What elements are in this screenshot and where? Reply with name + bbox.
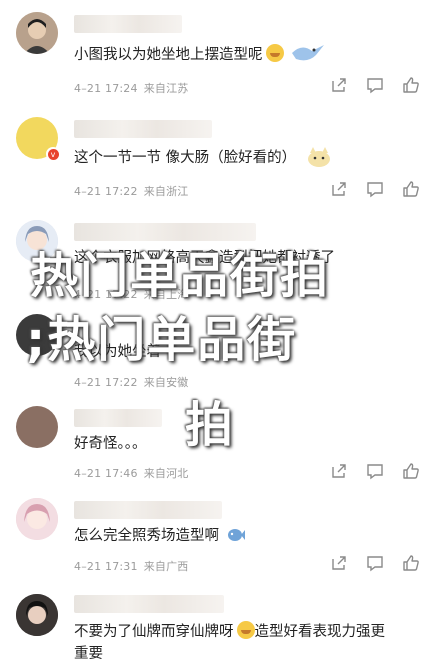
thumbs-up-icon[interactable] xyxy=(402,76,420,94)
comment-meta: 4–21 17:46 来自河北 xyxy=(74,467,189,480)
thumbs-up-icon[interactable] xyxy=(402,180,420,198)
comment-item: 怎么完全照秀场造型啊 4–21 17:31 来自广西 xyxy=(0,496,436,588)
verified-badge-icon: v xyxy=(46,147,60,161)
fish-sticker-icon xyxy=(227,529,245,541)
comment-meta: 4–21 17:22 来自上海 xyxy=(74,288,189,301)
comment-text: 我以为她坐着 xyxy=(74,344,161,360)
thumbs-up-icon[interactable] xyxy=(402,462,420,480)
comment-text: 不要为了仙牌而穿仙牌呀 造型好看表现力强更 重要 xyxy=(74,621,420,665)
username-blurred[interactable] xyxy=(74,120,212,138)
username-blurred[interactable] xyxy=(74,409,162,427)
avatar[interactable] xyxy=(16,220,58,262)
share-icon[interactable] xyxy=(330,76,348,94)
comment-item: 小图我以为她坐地上摆造型呢 4–21 17:24 来自江苏 xyxy=(0,10,436,115)
laughing-emoji-icon xyxy=(236,621,255,639)
comment-item: 这个衣服加网格高天鑫造型把她都衬透了 4–21 17:22 来自上海 xyxy=(0,218,436,318)
share-icon[interactable] xyxy=(330,554,348,572)
username-blurred[interactable] xyxy=(74,595,224,613)
comment-icon[interactable] xyxy=(366,462,384,480)
avatar[interactable] xyxy=(16,594,58,636)
comment-actions xyxy=(330,180,420,198)
avatar[interactable] xyxy=(16,314,58,356)
comment-meta: 4–21 17:24 来自江苏 xyxy=(74,82,189,95)
comment-text: 怎么完全照秀场造型啊 xyxy=(74,525,420,547)
comment-item: 不要为了仙牌而穿仙牌呀 造型好看表现力强更 重要 xyxy=(0,588,436,672)
share-icon[interactable] xyxy=(330,462,348,480)
comment-icon[interactable] xyxy=(366,554,384,572)
username-blurred[interactable] xyxy=(74,501,222,519)
comment-text: 小图我以为她坐地上摆造型呢 xyxy=(74,39,420,66)
comment-text: 好奇怪。。。 xyxy=(74,436,147,452)
comment-text: 这个一节一节 像大肠（脸好看的） xyxy=(74,144,420,169)
comment-item: v 这个一节一节 像大肠（脸好看的） 4–21 17:22 来自浙江 xyxy=(0,115,436,215)
comment-meta: 4–21 17:22 来自浙江 xyxy=(74,185,189,198)
comment-meta: 4–21 17:31 来自广西 xyxy=(74,560,189,573)
comment-actions xyxy=(330,462,420,480)
username-blurred[interactable] xyxy=(74,223,256,241)
comment-actions xyxy=(330,554,420,572)
comment-icon[interactable] xyxy=(366,76,384,94)
avatar[interactable] xyxy=(16,12,58,54)
avatar[interactable] xyxy=(16,498,58,540)
comment-item: 好奇怪。。。 4–21 17:46 来自河北 xyxy=(0,404,436,494)
bird-sticker-icon xyxy=(292,45,325,61)
thumbs-up-icon[interactable] xyxy=(402,554,420,572)
comment-meta: 4–21 17:22 来自安徽 xyxy=(74,376,189,389)
laughing-emoji-icon xyxy=(265,44,284,62)
avatar[interactable] xyxy=(16,406,58,448)
cat-sticker-icon xyxy=(307,147,330,167)
comment-item: 我以为她坐着 4–21 17:22 来自安徽 xyxy=(0,312,436,404)
username-blurred[interactable] xyxy=(74,15,182,33)
share-icon[interactable] xyxy=(330,180,348,198)
comment-text: 这个衣服加网格高天鑫造型把她都衬透了 xyxy=(74,250,335,266)
comment-icon[interactable] xyxy=(366,180,384,198)
comment-actions xyxy=(330,76,420,94)
